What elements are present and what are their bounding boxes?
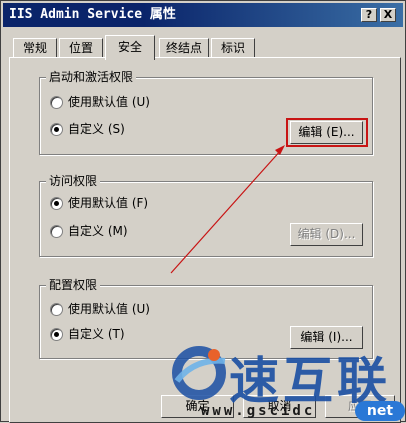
watermark-logo-icon [172,346,226,400]
watermark-net-badge: net [355,401,405,421]
properties-dialog: IIS Admin Service 属性 ? X 常规 位置 安全 终结点 标识… [0,0,406,423]
watermark-url: www.gscidc [201,403,316,419]
arrow-head [275,145,285,155]
arrow-line [170,148,283,274]
